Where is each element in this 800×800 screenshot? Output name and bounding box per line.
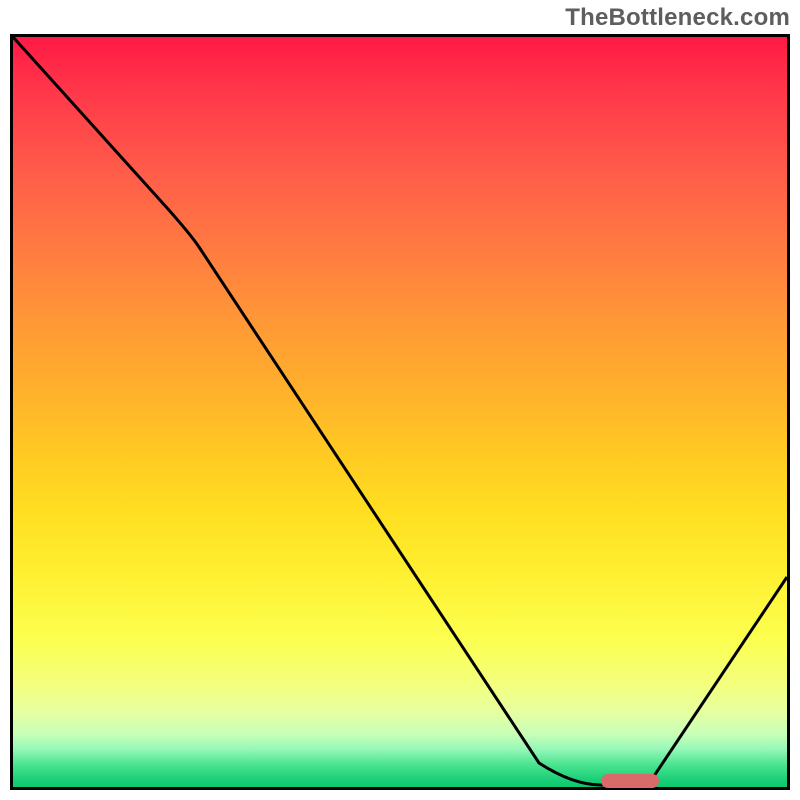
plot-area [10, 34, 790, 790]
bottleneck-curve-path [13, 37, 787, 785]
optimal-range-marker [601, 774, 659, 788]
watermark-text: TheBottleneck.com [565, 4, 790, 32]
bottleneck-chart: TheBottleneck.com [0, 0, 800, 800]
curve-svg [13, 37, 787, 787]
